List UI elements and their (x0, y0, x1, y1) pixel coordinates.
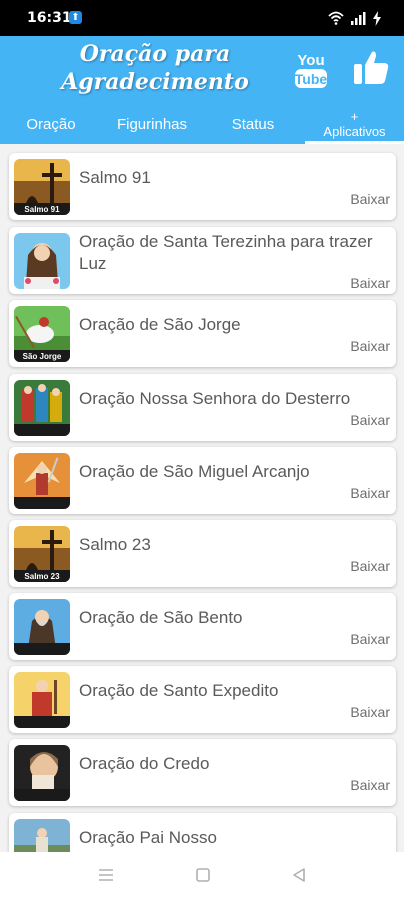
app-header: Oração para Agradecimento You Tube Oraçã… (0, 36, 404, 144)
tab-label: Figurinhas (116, 116, 188, 133)
item-thumbnail (14, 233, 70, 289)
item-thumbnail: São Jorge (14, 306, 70, 362)
list-item[interactable]: Oração Pai Nosso (9, 813, 396, 852)
system-navigation-bar (0, 852, 404, 900)
list-item[interactable]: São Jorge Oração de São Jorge Baixar (9, 300, 396, 367)
app-title-line2: Agradecimento (61, 69, 249, 95)
notification-icon: ⬆ (69, 11, 82, 24)
thumb-caption: São Jorge (23, 352, 62, 361)
app-title: Oração para Agradecimento (60, 40, 250, 96)
item-thumbnail (14, 745, 70, 801)
tab-bar: Oração Figurinhas Status + Aplicativos (0, 109, 404, 144)
item-title: Oração do Credo (79, 754, 210, 773)
tab-label: Status (231, 116, 275, 133)
tab-label-top: + (350, 109, 359, 124)
youtube-icon[interactable]: You Tube (294, 50, 328, 90)
item-thumbnail: Salmo 91 (14, 159, 70, 215)
item-title: Oração de São Bento (79, 608, 243, 627)
tab-label: Oração (26, 116, 76, 133)
status-icons (328, 10, 382, 26)
item-title: Salmo 91 (79, 168, 151, 187)
youtube-text-top: You (297, 52, 324, 69)
app-title-line1: Oração para (79, 41, 231, 67)
list-item[interactable]: Salmo 23 Salmo 23 Baixar (9, 520, 396, 587)
thumbs-up-icon[interactable] (352, 48, 390, 86)
item-thumbnail (14, 599, 70, 655)
item-title: Oração Pai Nosso (79, 828, 217, 847)
signal-icon (351, 12, 366, 25)
list-item[interactable]: Oração de Santa Terezinha para trazer Lu… (9, 227, 396, 294)
item-title: Salmo 23 (79, 535, 151, 554)
download-button[interactable]: Baixar (350, 485, 390, 501)
item-thumbnail: Salmo 23 (14, 526, 70, 582)
tab-aplicativos[interactable]: + Aplicativos (305, 109, 404, 143)
thumb-caption: Salmo 91 (24, 205, 60, 214)
item-title: Oração de São Miguel Arcanjo (79, 462, 310, 481)
download-button[interactable]: Baixar (350, 412, 390, 428)
list-item[interactable]: Oração de São Bento Baixar (9, 593, 396, 660)
status-bar: 16:31 ⬆ (0, 0, 404, 36)
list-item[interactable]: Oração Nossa Senhora do Desterro Baixar (9, 374, 396, 441)
thumb-caption: Salmo 23 (24, 572, 60, 581)
download-button[interactable]: Baixar (350, 338, 390, 354)
item-title: Oração de São Jorge (79, 315, 241, 334)
list-item[interactable]: Oração de São Miguel Arcanjo Baixar (9, 447, 396, 514)
status-time: 16:31 (27, 10, 72, 26)
menu-icon[interactable] (97, 866, 115, 884)
download-button[interactable]: Baixar (350, 631, 390, 647)
list-item[interactable]: Oração de Santo Expedito Baixar (9, 666, 396, 733)
home-icon[interactable] (194, 866, 212, 884)
item-title: Oração de Santa Terezinha para trazer Lu… (79, 232, 373, 273)
list-item[interactable]: Oração do Credo Baixar (9, 739, 396, 806)
list-item[interactable]: Salmo 91 Salmo 91 Baixar (9, 153, 396, 220)
item-title: Oração de Santo Expedito (79, 681, 279, 700)
back-icon[interactable] (290, 866, 308, 884)
download-button[interactable]: Baixar (350, 558, 390, 574)
item-thumbnail (14, 672, 70, 728)
item-thumbnail (14, 819, 70, 852)
item-thumbnail (14, 453, 70, 509)
youtube-text-bottom: Tube (295, 71, 328, 87)
download-button[interactable]: Baixar (350, 704, 390, 720)
battery-charging-icon (373, 10, 381, 26)
download-button[interactable]: Baixar (350, 191, 390, 207)
item-title: Oração Nossa Senhora do Desterro (79, 389, 351, 408)
download-button[interactable]: Baixar (350, 275, 390, 291)
app-list[interactable]: Salmo 91 Salmo 91 Baixar Oração de Santa… (0, 144, 404, 852)
tab-label: Aplicativos (323, 124, 386, 139)
download-button[interactable]: Baixar (350, 777, 390, 793)
item-thumbnail (14, 380, 70, 436)
wifi-icon (328, 11, 344, 25)
